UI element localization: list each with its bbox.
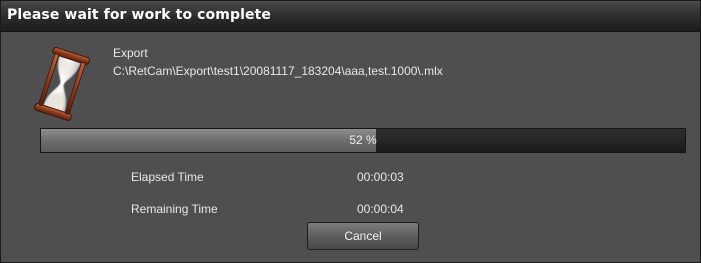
dialog-body: Export C:\RetCam\Export\test1\20081117_1…: [1, 32, 700, 262]
progress-bar: 52 %: [40, 128, 686, 153]
progress-dialog: Please wait for work to complete Export …: [0, 0, 701, 263]
export-path: C:\RetCam\Export\test1\20081117_183204\a…: [113, 64, 443, 78]
remaining-time-label: Remaining Time: [131, 202, 218, 216]
elapsed-time-label: Elapsed Time: [131, 170, 204, 184]
operation-label: Export: [113, 46, 148, 60]
elapsed-time-value: 00:00:03: [357, 170, 404, 184]
remaining-time-value: 00:00:04: [357, 202, 404, 216]
title-bar[interactable]: Please wait for work to complete: [1, 1, 700, 32]
cancel-button[interactable]: Cancel: [307, 222, 419, 250]
hourglass-icon: [27, 43, 97, 125]
dialog-title: Please wait for work to complete: [7, 7, 271, 23]
progress-percent: 52 %: [349, 133, 377, 147]
